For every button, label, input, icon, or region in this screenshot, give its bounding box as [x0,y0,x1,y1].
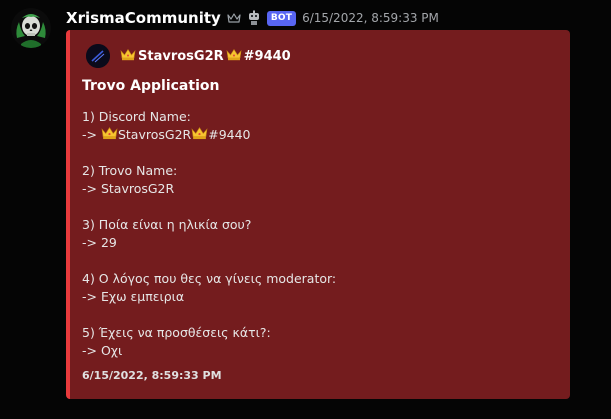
answer-name: StavrosG2R [117,127,192,142]
answer-suffix: #9440 [208,127,251,142]
application-embed: StavrosG2R #9440 Trovo Application 1) Di… [66,30,570,399]
field-question: 2) Trovo Name: [82,163,178,178]
embed-author: StavrosG2R #9440 [86,44,291,68]
field-question: 5) Έχεις να προσθέσεις κάτι?: [82,325,271,340]
author-name[interactable]: StavrosG2R #9440 [120,48,291,65]
embed-title: Trovo Application [82,78,220,94]
field-answer: -> Οχι [82,343,123,358]
answer-prefix: -> [82,127,101,142]
crown-outline-icon [227,12,241,24]
crown-emoji-icon [226,48,242,65]
bot-avatar[interactable] [11,8,51,48]
crown-emoji-icon [191,126,208,145]
author-name-text: StavrosG2R [138,48,224,64]
field-answer: -> 29 [82,235,117,250]
author-avatar[interactable] [86,44,110,68]
field-answer: -> StavrosG2R [82,181,175,196]
embed-footer-timestamp: 6/15/2022, 8:59:33 PM [82,369,222,382]
crown-emoji-icon [101,126,118,145]
avatar-skull-icon [11,8,51,48]
message-timestamp[interactable]: 6/15/2022, 8:59:33 PM [302,11,439,25]
field-question: 3) Ποία είναι η ηλικία σου? [82,217,252,232]
robot-icon [247,10,261,26]
field-question: 1) Discord Name: [82,109,191,124]
embed-description: 1) Discord Name: -> StavrosG2R #9440 2) … [82,108,552,360]
message-header: XrismaCommunity BOT 6/15/2022, 8:59:33 P… [66,7,439,29]
field-question: 4) Ο λόγος που θες να γίνεις moderator: [82,271,337,286]
bot-badge: BOT [266,10,297,26]
field-answer: -> Εχω εμπειρια [82,289,185,304]
author-discriminator: #9440 [243,48,291,64]
crown-emoji-icon [120,48,136,65]
username[interactable]: XrismaCommunity [66,9,221,27]
field-answer: -> StavrosG2R #9440 [82,126,552,144]
